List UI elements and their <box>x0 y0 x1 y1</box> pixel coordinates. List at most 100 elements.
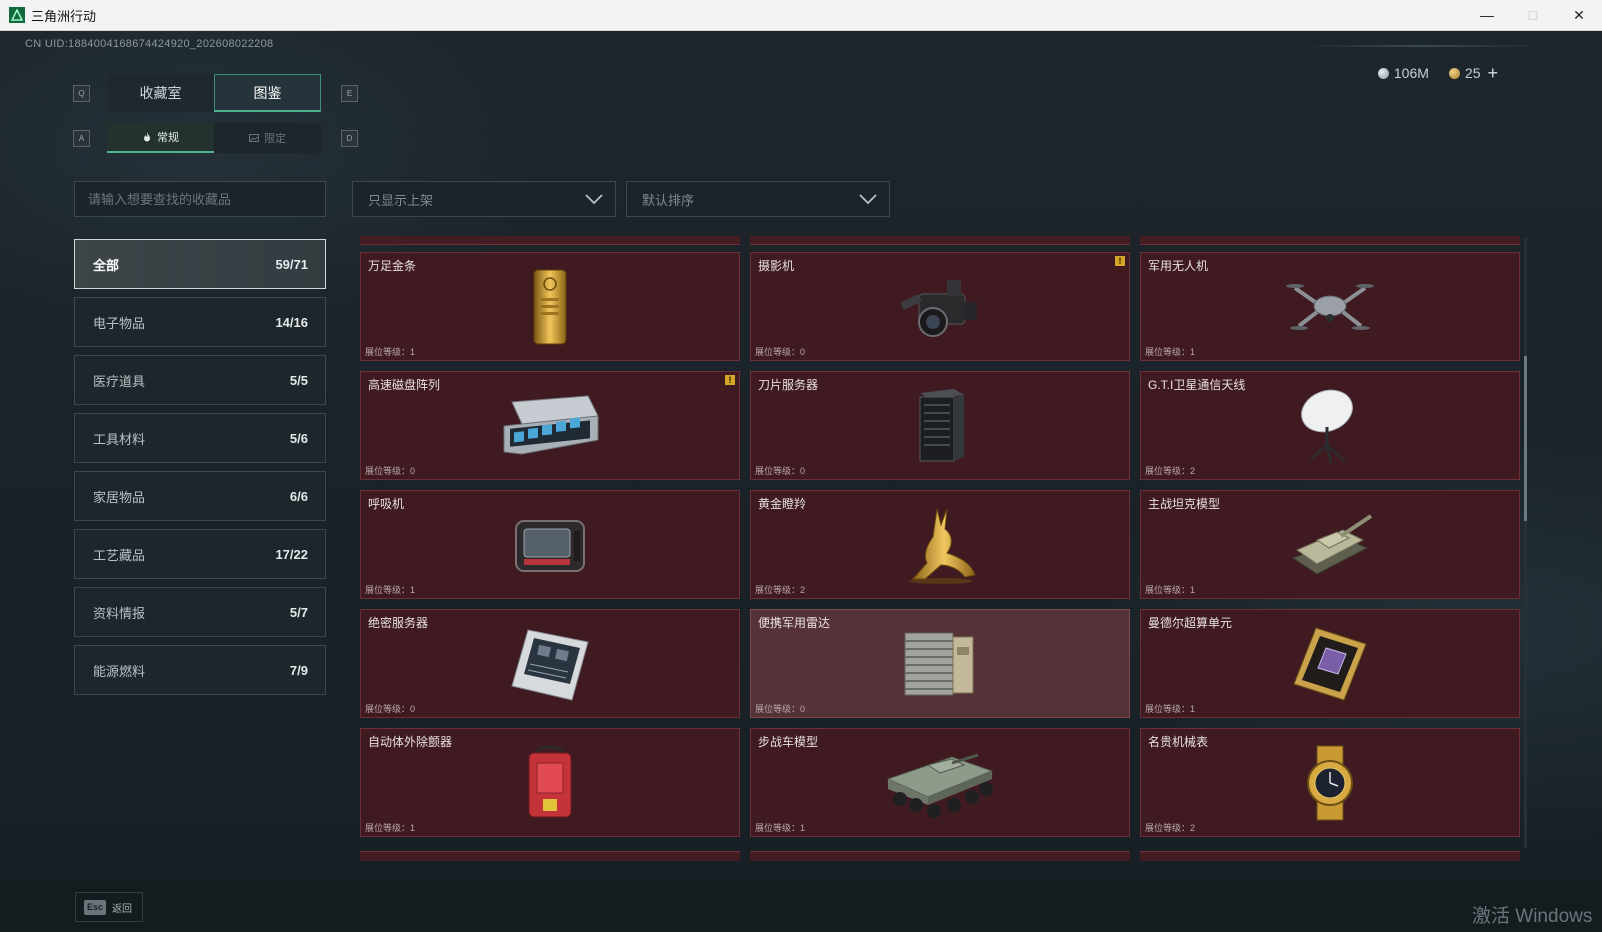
bottom-bar: Esc 返回 激活 Windows <box>0 881 1602 932</box>
item-name: 步战车模型 <box>758 735 819 749</box>
item-name: 高速磁盘阵列 <box>368 378 441 392</box>
window-title: 三角洲行动 <box>31 8 97 24</box>
shelf-filter-value: 只显示上架 <box>368 192 434 208</box>
item-name: 万足金条 <box>368 259 417 273</box>
item-card[interactable]: 便携军用雷达 展位等级：0 <box>750 609 1130 718</box>
app-logo-icon <box>9 7 25 23</box>
silver-currency: 106M <box>1377 65 1429 81</box>
category-count: 14/16 <box>275 314 308 330</box>
search-input[interactable] <box>74 181 326 217</box>
item-name: 刀片服务器 <box>758 378 819 392</box>
window-titlebar: 三角洲行动 — □ ✕ <box>0 0 1602 31</box>
minimize-icon[interactable]: — <box>1464 0 1510 30</box>
ifv-model-icon <box>886 753 994 818</box>
satellite-dish-icon <box>1301 389 1353 463</box>
item-card[interactable]: 步战车模型 展位等级：1 <box>750 728 1130 837</box>
tab-collection-room[interactable]: 收藏室 <box>107 74 214 112</box>
subtab-limited[interactable]: 限定 <box>214 123 321 153</box>
flame-icon <box>144 132 150 142</box>
item-level: 展位等级：1 <box>1145 704 1196 714</box>
item-name: 绝密服务器 <box>368 616 429 630</box>
item-name: 曼德尔超算单元 <box>1148 616 1233 630</box>
item-card[interactable]: 曼德尔超算单元 展位等级：1 <box>1140 609 1520 718</box>
item-level: 展位等级：2 <box>1145 466 1196 476</box>
category-crafts[interactable]: 工艺藏品 17/22 <box>74 529 326 579</box>
category-label: 全部 <box>93 257 120 273</box>
item-level: 展位等级：2 <box>755 585 806 595</box>
luxury-watch-icon <box>1307 745 1353 820</box>
category-electronics[interactable]: 电子物品 14/16 <box>74 297 326 347</box>
image-frame-icon <box>249 134 259 142</box>
gold-bar-icon <box>533 269 567 344</box>
item-card[interactable]: 军用无人机 展位等级：1 <box>1140 252 1520 361</box>
item-card[interactable]: 主战坦克模型 展位等级：1 <box>1140 490 1520 599</box>
item-card[interactable]: 高速磁盘阵列 ! 展位等级：0 <box>360 371 740 480</box>
category-household[interactable]: 家居物品 6/6 <box>74 471 326 521</box>
scrollbar-thumb[interactable] <box>1524 356 1527 521</box>
item-card[interactable]: 呼吸机 展位等级：1 <box>360 490 740 599</box>
item-card[interactable]: 摄影机 ! 展位等级：0 <box>750 252 1130 361</box>
category-count: 59/71 <box>275 256 308 272</box>
item-card[interactable]: 名贵机械表 展位等级：2 <box>1140 728 1520 837</box>
sort-value: 默认排序 <box>642 192 695 208</box>
blade-server-icon <box>919 388 964 461</box>
category-label: 电子物品 <box>93 315 146 331</box>
category-label: 家居物品 <box>93 489 146 505</box>
shelf-filter-dropdown[interactable]: 只显示上架 <box>352 181 616 217</box>
gold-amount: 25 <box>1464 65 1481 81</box>
defibrillator-icon <box>528 745 572 817</box>
category-count: 5/7 <box>289 604 308 620</box>
previous-row-partial <box>360 236 1520 245</box>
subtab-limited-label: 限定 <box>264 133 286 145</box>
main-tabs: 收藏室 图鉴 <box>107 74 321 112</box>
item-card[interactable]: 绝密服务器 展位等级：0 <box>360 609 740 718</box>
category-medical[interactable]: 医疗道具 5/5 <box>74 355 326 405</box>
item-level: 展位等级：1 <box>365 823 416 833</box>
item-name: 自动体外除颤器 <box>368 735 453 749</box>
item-card[interactable]: 黄金瞪羚 展位等级：2 <box>750 490 1130 599</box>
item-card[interactable]: G.T.I卫星通信天线 展位等级：2 <box>1140 371 1520 480</box>
category-label: 医疗道具 <box>93 373 146 389</box>
add-currency-button[interactable]: + <box>1487 64 1498 82</box>
esc-key-hint: Esc <box>84 899 106 915</box>
category-label: 工具材料 <box>93 431 146 447</box>
subtab-regular[interactable]: 常规 <box>107 123 214 153</box>
item-name: G.T.I卫星通信天线 <box>1148 378 1246 392</box>
item-name: 军用无人机 <box>1148 259 1209 273</box>
category-fuel[interactable]: 能源燃料 7/9 <box>74 645 326 695</box>
maximize-icon[interactable]: □ <box>1510 0 1556 30</box>
activation-watermark: 激活 Windows <box>1472 906 1593 927</box>
tab-catalog[interactable]: 图鉴 <box>214 74 321 112</box>
secret-server-icon <box>511 628 589 701</box>
item-name: 名贵机械表 <box>1148 735 1209 749</box>
item-level: 展位等级：2 <box>1145 823 1196 833</box>
sub-tabs: 常规 限定 <box>107 123 321 153</box>
item-level: 展位等级：1 <box>365 347 416 357</box>
back-button[interactable]: Esc 返回 <box>75 892 143 922</box>
category-count: 6/6 <box>289 488 308 504</box>
item-level: 展位等级：1 <box>755 823 806 833</box>
item-level: 展位等级：0 <box>365 704 416 714</box>
item-level: 展位等级：0 <box>755 704 806 714</box>
item-name: 黄金瞪羚 <box>758 497 807 511</box>
category-all[interactable]: 全部 59/71 <box>74 239 326 289</box>
key-hint-d: D <box>341 130 358 147</box>
alert-badge: ! <box>1115 256 1125 266</box>
item-card[interactable]: 万足金条 展位等级：1 <box>360 252 740 361</box>
item-card[interactable]: 自动体外除颤器 展位等级：1 <box>360 728 740 837</box>
category-label: 资料情报 <box>93 605 146 621</box>
grid-scrollbar[interactable] <box>1524 238 1527 848</box>
item-level: 展位等级：0 <box>755 347 806 357</box>
category-count: 5/5 <box>289 372 308 388</box>
category-tools[interactable]: 工具材料 5/6 <box>74 413 326 463</box>
supercomputer-unit-icon <box>1293 626 1367 701</box>
category-label: 能源燃料 <box>93 663 146 679</box>
item-card[interactable]: 刀片服务器 展位等级：0 <box>750 371 1130 480</box>
item-name: 主战坦克模型 <box>1148 497 1221 511</box>
camera-icon <box>900 279 977 337</box>
drone-icon <box>1286 283 1374 330</box>
category-intel[interactable]: 资料情报 5/7 <box>74 587 326 637</box>
close-icon[interactable]: ✕ <box>1556 0 1602 30</box>
golden-gazelle-icon <box>909 508 976 584</box>
sort-dropdown[interactable]: 默认排序 <box>626 181 890 217</box>
